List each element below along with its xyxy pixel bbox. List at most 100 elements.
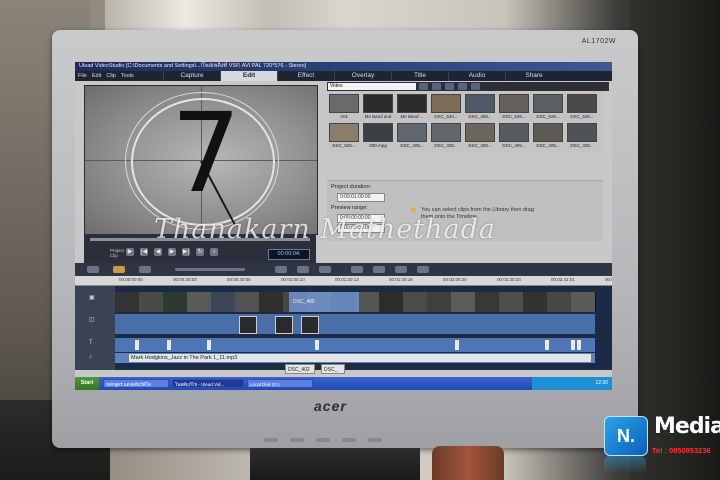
timecode-display[interactable]: 00:00:04: [268,249,310,260]
preview-mode-labels[interactable]: Project Clip [110,248,124,258]
overlay-clip[interactable] [301,316,319,334]
step-tab[interactable]: Share [505,71,562,81]
step-tab[interactable]: Capture [163,71,220,81]
library-thumbnail[interactable]: DSC_534... [431,94,461,121]
taskbar-item[interactable]: หลักสูตร แต่งคลิปวีดีโอ [103,379,169,388]
home-button[interactable]: |◀ [140,248,148,256]
windows-taskbar: Start หลักสูตร แต่งคลิปวีดีโอ โพสต์แก้ไข… [75,377,612,390]
volume-button[interactable]: ♪ [210,248,218,256]
sort-icon[interactable] [445,83,454,90]
system-tray-clock[interactable]: 12:30 [532,377,612,390]
library-thumbnail[interactable]: DSC_405... [533,123,563,150]
app-title-bar: Ulead VideoStudio [C:\Documents and Sett… [75,62,612,71]
redo-icon[interactable] [297,266,309,273]
video-clip[interactable] [259,292,284,312]
video-clip[interactable] [235,292,260,312]
overlay-track-icon[interactable]: ◫ [89,316,99,324]
video-clip[interactable] [403,292,428,312]
library-thumbnail[interactable]: DSC_405... [465,123,495,150]
music-track[interactable]: Mark Hodgkins_Jazz in The Park 1_11.mp3 [115,353,595,363]
end-button[interactable]: ▶| [182,248,190,256]
video-clip[interactable] [571,292,596,312]
mix-icon[interactable] [395,266,407,273]
video-clip[interactable] [523,292,548,312]
import-icon[interactable] [432,83,441,90]
view-icon[interactable] [458,83,467,90]
logo-reflection [604,456,646,474]
next-frame-button[interactable]: ▶ [168,248,176,256]
step-tab[interactable]: Audio [448,71,505,81]
library-thumbnail[interactable]: DSC_526... [567,94,597,121]
step-tab[interactable]: Edit [220,71,277,81]
audio-view-icon[interactable] [139,266,151,273]
library-thumbnail[interactable]: DSC_526... [329,123,359,150]
taskbar-item-active[interactable]: โพสต์แก้ไข - Ulead Vid... [172,379,244,388]
video-track-icon[interactable]: ▣ [89,294,99,302]
thumbnail-caption: DSC_405... [468,143,492,148]
taskbar-item[interactable]: Local Disk (D:) [247,379,313,388]
selected-video-clip[interactable]: DSC_405 [289,292,359,312]
voice-track-icon[interactable]: ♪ [89,354,99,362]
library-thumbnail[interactable]: V01 [329,94,359,121]
video-clip[interactable] [115,292,140,312]
undo-icon[interactable] [275,266,287,273]
video-clip[interactable] [499,292,524,312]
video-clip[interactable] [211,292,236,312]
repeat-button[interactable]: ↻ [196,248,204,256]
library-thumbnail[interactable]: DSC_405... [499,123,529,150]
watermark-text: Thanakarn Mathethada [154,214,496,245]
overlay-track[interactable] [115,314,595,334]
title-track[interactable] [115,338,595,352]
step-tab[interactable]: Overlay [334,71,391,81]
video-clip[interactable] [427,292,452,312]
audio-clip[interactable]: DSC_402 [285,364,315,374]
start-button[interactable]: Start [75,377,99,390]
step-tab[interactable]: Title [391,71,448,81]
overlay-clip[interactable] [275,316,293,334]
thumbnail-caption: DSC_534... [434,114,458,119]
library-category-select[interactable]: Video [328,83,416,90]
photo-scene: AL1702W acer Ulead VideoStudio [C:\Docum… [0,0,720,480]
zoom-slider[interactable] [175,268,245,271]
video-clip[interactable] [187,292,212,312]
smart-proxy-icon[interactable] [319,266,331,273]
options-icon[interactable] [471,83,480,90]
video-clip[interactable] [163,292,188,312]
timeline-view-icon[interactable] [113,266,125,273]
play-button[interactable]: ▶ [126,248,134,256]
storyboard-view-icon[interactable] [87,266,99,273]
auto-music-icon[interactable] [417,266,429,273]
music-clip[interactable]: Mark Hodgkins_Jazz in The Park 1_11.mp3 [129,354,591,362]
library-thumbnail[interactable]: DSC_526... [499,94,529,121]
library-thumbnail[interactable]: DSC_405... [567,123,597,150]
video-clip[interactable] [451,292,476,312]
track-manager-icon[interactable] [351,266,363,273]
library-thumbnail[interactable]: 000.mpg [363,123,393,150]
menu-item[interactable]: Tools [121,73,134,79]
timeline-ruler[interactable]: 00:00:00:00 00:00:20:03 00:00:40:06 00:01:0… [75,276,612,286]
library-thumbnail[interactable]: Me Band ... [397,94,427,121]
video-clip[interactable] [547,292,572,312]
thumbnail-caption: DSC_405... [502,143,526,148]
video-clip[interactable] [379,292,404,312]
audio-track[interactable]: DSC_402 DSC_ [115,364,595,374]
ruler-tick-label: 00:01:00:10 [281,277,305,282]
chapter-icon[interactable] [373,266,385,273]
title-track-icon[interactable]: T [89,340,99,348]
menu-item[interactable]: File [78,73,87,79]
folder-icon[interactable] [419,83,428,90]
video-clip[interactable] [475,292,500,312]
audio-clip[interactable]: DSC_ [321,364,345,374]
video-clip[interactable] [139,292,164,312]
previous-frame-button[interactable]: ◀ [154,248,162,256]
library-thumbnail[interactable]: Me Band and [363,94,393,121]
library-thumbnail[interactable]: DSC_405... [397,123,427,150]
library-thumbnail[interactable]: DSC_526... [533,94,563,121]
menu-item[interactable]: Edit [92,73,101,79]
overlay-clip[interactable] [239,316,257,334]
library-thumbnail[interactable]: DSC_405... [465,94,495,121]
step-tab[interactable]: Effect [277,71,334,81]
menu-item[interactable]: Clip [106,73,115,79]
library-thumbnail[interactable]: DSC_405... [431,123,461,150]
project-duration-field[interactable]: 0:00:01:00:00 [337,193,385,202]
